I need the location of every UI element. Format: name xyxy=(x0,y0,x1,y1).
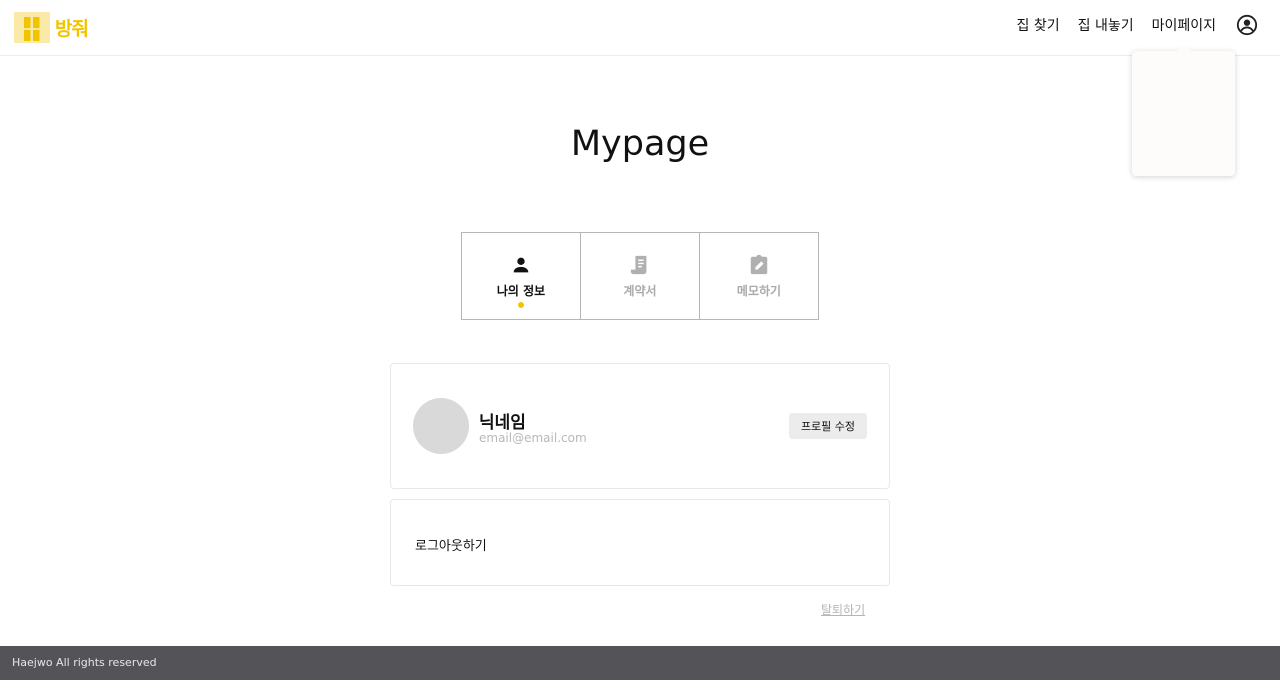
main-nav: 집 찾기 집 내놓기 마이페이지 xyxy=(1017,14,1258,36)
memo-edit-icon xyxy=(750,254,768,275)
nav-mypage[interactable]: 마이페이지 xyxy=(1152,15,1216,35)
withdraw-link[interactable]: 탈퇴하기 xyxy=(821,601,865,618)
brand-logo[interactable]: 방줘 xyxy=(14,12,89,43)
person-icon xyxy=(513,257,529,273)
account-circle-icon[interactable] xyxy=(1236,14,1258,36)
tab-memo[interactable]: 메모하기 xyxy=(700,233,818,319)
brand-name: 방줘 xyxy=(55,18,89,40)
footer-copyright: Haejwo All rights reserved xyxy=(12,656,157,669)
logout-button[interactable]: 로그아웃하기 xyxy=(415,535,487,554)
mypage-tabs: 나의 정보 계약서 메모하기 xyxy=(461,232,819,320)
nav-list-house[interactable]: 집 내놓기 xyxy=(1078,15,1134,35)
tab-contract[interactable]: 계약서 xyxy=(581,233,700,319)
tab-my-info-label: 나의 정보 xyxy=(496,284,546,298)
profile-email: email@email.com xyxy=(479,431,587,445)
footer: Haejwo All rights reserved xyxy=(0,646,1280,680)
tab-my-info[interactable]: 나의 정보 xyxy=(462,233,581,319)
profile-card: 닉네임 email@email.com 프로필 수정 xyxy=(390,363,890,489)
document-icon xyxy=(630,255,647,275)
logout-card: 로그아웃하기 xyxy=(390,499,890,586)
active-tab-indicator xyxy=(518,302,524,308)
tab-contract-label: 계약서 xyxy=(623,284,657,298)
profile-nickname: 닉네임 xyxy=(479,413,526,433)
tab-memo-label: 메모하기 xyxy=(736,284,782,298)
page-title: Mypage xyxy=(570,124,710,164)
nav-find-house[interactable]: 집 찾기 xyxy=(1017,15,1060,35)
logo-icon xyxy=(14,12,50,43)
edit-profile-button[interactable]: 프로필 수정 xyxy=(789,413,867,439)
avatar xyxy=(413,398,469,454)
top-header: 방줘 집 찾기 집 내놓기 마이페이지 xyxy=(0,0,1280,56)
